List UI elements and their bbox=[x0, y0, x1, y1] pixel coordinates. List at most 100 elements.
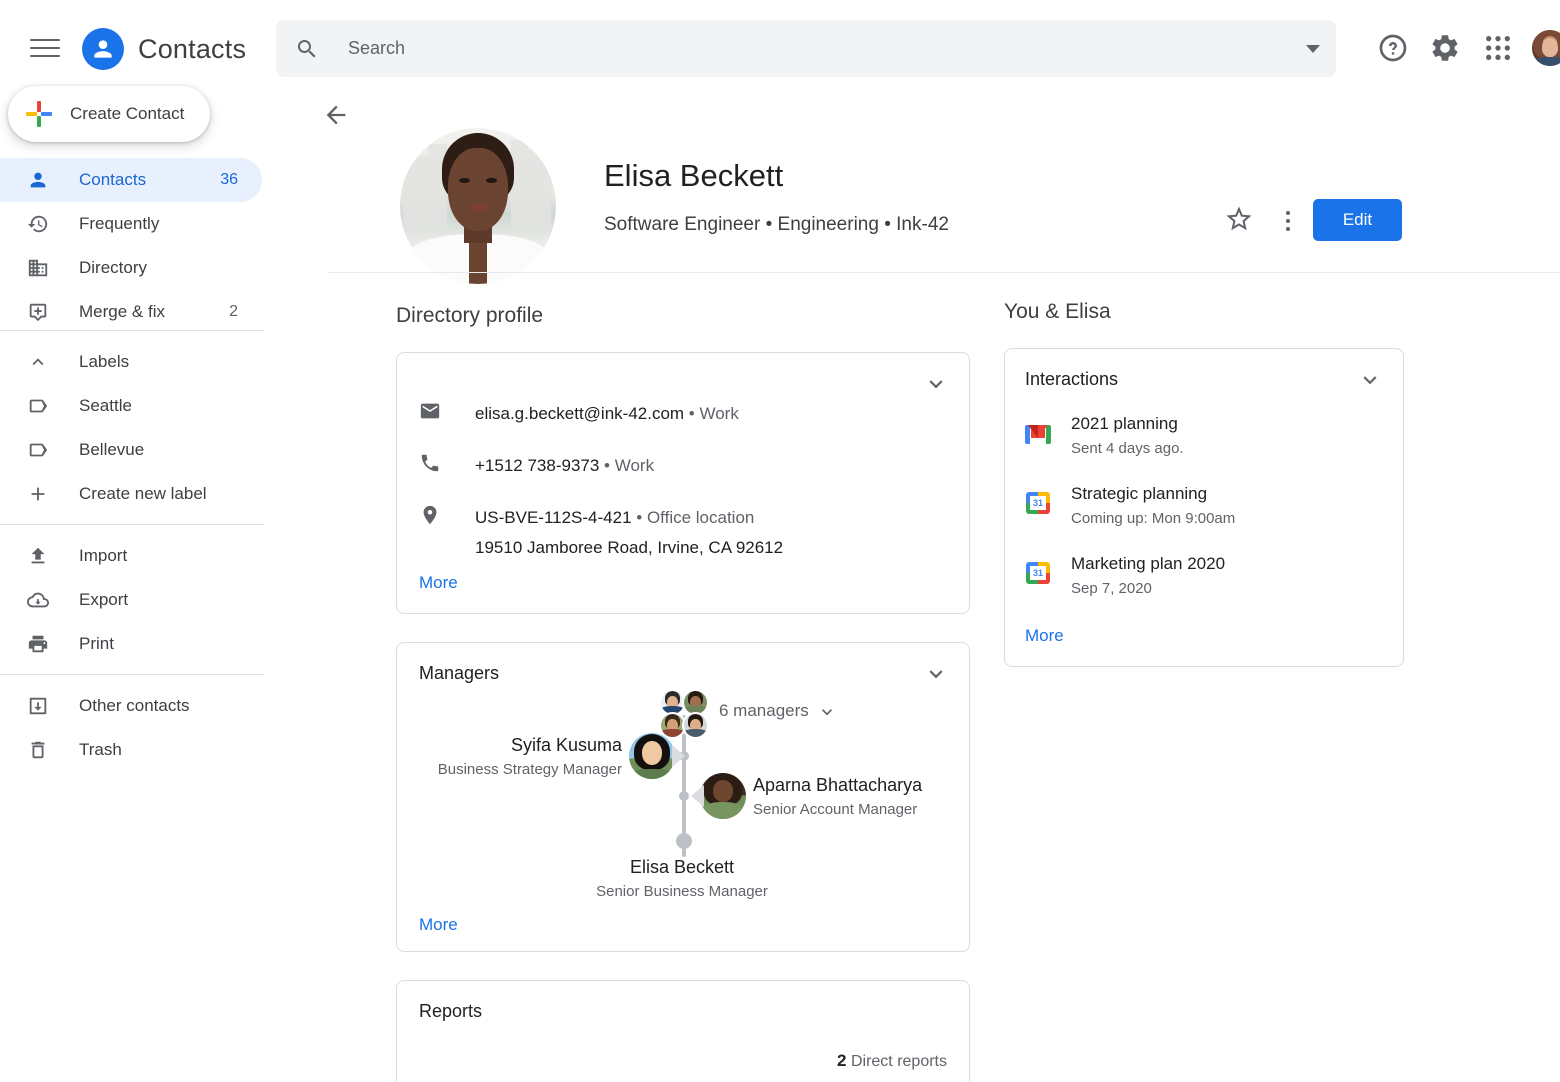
sidebar-item-count: 36 bbox=[220, 171, 238, 189]
gmail-icon bbox=[1025, 420, 1051, 446]
phone-icon bbox=[419, 452, 443, 476]
grid-apps-icon[interactable] bbox=[1482, 32, 1514, 64]
cloud-download-icon bbox=[26, 588, 50, 612]
sidebar-item-count: 2 bbox=[229, 303, 238, 321]
sidebar-label-bellevue[interactable]: Bellevue bbox=[0, 428, 262, 472]
sidebar-item-label: Print bbox=[79, 634, 114, 654]
interactions-card: Interactions 2021 planning Sent 4 days a… bbox=[1004, 348, 1404, 667]
sidebar-item-label: Create new label bbox=[79, 484, 207, 504]
chevron-down-icon[interactable] bbox=[817, 702, 837, 722]
profile-subtitle: Software Engineer • Engineering • Ink-42 bbox=[604, 214, 949, 236]
list-item[interactable]: 31 Marketing plan 2020 Sep 7, 2020 bbox=[1025, 552, 1383, 600]
directory-profile-heading: Directory profile bbox=[396, 304, 970, 328]
avatar bbox=[629, 733, 675, 779]
chevron-down-icon[interactable] bbox=[923, 371, 949, 397]
sidebar-item-import[interactable]: Import bbox=[0, 534, 262, 578]
sidebar-create-new-label[interactable]: Create new label bbox=[0, 472, 262, 516]
direct-reports-count: 2 Direct reports bbox=[837, 1051, 947, 1071]
edit-button[interactable]: Edit bbox=[1313, 199, 1402, 241]
direct-reports-number: 2 bbox=[837, 1051, 846, 1070]
search-icon bbox=[295, 37, 319, 61]
reports-title: Reports bbox=[419, 1001, 947, 1022]
interactions-more-link[interactable]: More bbox=[1025, 626, 1064, 646]
more-vertical-icon[interactable] bbox=[1271, 204, 1305, 238]
contact-location-row[interactable]: US-BVE-112S-4-421 • Office location 1951… bbox=[419, 503, 947, 563]
sidebar-item-trash[interactable]: Trash bbox=[0, 728, 262, 772]
org-node-role: Senior Business Manager bbox=[527, 883, 837, 900]
directory-profile-column: Directory profile elisa.g.beckett@ink-42… bbox=[396, 304, 970, 1082]
email-sep: • bbox=[684, 404, 699, 423]
upload-icon bbox=[26, 544, 50, 568]
sidebar-item-frequently[interactable]: Frequently bbox=[0, 202, 262, 246]
interaction-title: Strategic planning bbox=[1071, 482, 1235, 506]
sidebar-divider-2 bbox=[0, 524, 264, 525]
contact-phone-row[interactable]: +1512 738-9373 • Work bbox=[419, 451, 947, 481]
plus-icon bbox=[26, 482, 50, 506]
page-title: Elisa Beckett bbox=[604, 158, 783, 194]
chevron-down-icon[interactable] bbox=[1290, 20, 1336, 77]
contact-email-row[interactable]: elisa.g.beckett@ink-42.com • Work bbox=[419, 399, 947, 429]
managers-more-link[interactable]: More bbox=[419, 915, 458, 935]
contact-photo bbox=[400, 128, 556, 284]
interaction-subtitle: Sent 4 days ago. bbox=[1071, 438, 1184, 460]
location-type: Office location bbox=[647, 508, 754, 527]
chevron-down-icon[interactable] bbox=[1357, 367, 1383, 393]
interaction-subtitle: Sep 7, 2020 bbox=[1071, 578, 1225, 600]
main-content: Elisa Beckett Software Engineer • Engine… bbox=[276, 86, 1560, 1082]
sidebar-item-label: Trash bbox=[79, 740, 122, 760]
trash-icon bbox=[26, 738, 50, 762]
list-item[interactable]: 31 Strategic planning Coming up: Mon 9:0… bbox=[1025, 482, 1383, 530]
managers-count-label[interactable]: 6 managers bbox=[719, 701, 809, 721]
search-input[interactable] bbox=[348, 38, 1290, 59]
org-node-role: Business Strategy Manager bbox=[397, 761, 622, 778]
star-outline-icon[interactable] bbox=[1224, 204, 1258, 238]
mail-icon bbox=[419, 400, 443, 424]
managers-card: Managers bbox=[396, 642, 970, 952]
sidebar-item-directory[interactable]: Directory bbox=[0, 246, 262, 290]
history-clock-icon bbox=[26, 212, 50, 236]
org-node-name: Syifa Kusuma bbox=[397, 735, 622, 756]
chevron-down-icon[interactable] bbox=[923, 661, 949, 687]
avatar[interactable] bbox=[1532, 30, 1560, 66]
sidebar-item-print[interactable]: Print bbox=[0, 622, 262, 666]
org-node-name: Aparna Bhattacharya bbox=[753, 775, 922, 796]
sidebar-label-seattle[interactable]: Seattle bbox=[0, 384, 262, 428]
sidebar-item-merge-fix[interactable]: Merge & fix 2 bbox=[0, 290, 262, 334]
chevron-up-icon bbox=[26, 350, 50, 374]
gear-icon[interactable] bbox=[1429, 32, 1461, 64]
location-address: 19510 Jamboree Road, Irvine, CA 92612 bbox=[475, 538, 783, 557]
directory-more-link[interactable]: More bbox=[419, 573, 458, 593]
location-pin-icon bbox=[419, 504, 443, 528]
interaction-subtitle: Coming up: Mon 9:00am bbox=[1071, 508, 1235, 530]
org-chart: 6 managers Syifa Kusuma bbox=[397, 689, 969, 905]
sidebar-item-contacts[interactable]: Contacts 36 bbox=[0, 158, 262, 202]
header-divider bbox=[328, 272, 1560, 273]
sidebar-divider-1 bbox=[0, 330, 264, 331]
sidebar-labels-header[interactable]: Labels bbox=[0, 340, 262, 384]
google-calendar-icon: 31 bbox=[1025, 560, 1051, 586]
help-circle-icon[interactable] bbox=[1377, 32, 1409, 64]
org-node-dot bbox=[676, 833, 692, 849]
managers-title: Managers bbox=[419, 663, 947, 684]
sidebar-item-label: Export bbox=[79, 590, 128, 610]
back-arrow-icon[interactable] bbox=[322, 101, 356, 135]
sidebar-item-label: Frequently bbox=[79, 214, 159, 234]
email-type: Work bbox=[699, 404, 738, 423]
avatar bbox=[700, 773, 746, 819]
org-pointer bbox=[691, 785, 704, 807]
sidebar-divider-3 bbox=[0, 674, 264, 675]
search-bar[interactable] bbox=[276, 20, 1336, 77]
direct-reports-label: Direct reports bbox=[851, 1053, 947, 1070]
printer-icon bbox=[26, 632, 50, 656]
sidebar-item-label: Import bbox=[79, 546, 127, 566]
directory-profile-card: elisa.g.beckett@ink-42.com • Work +1512 … bbox=[396, 352, 970, 614]
sidebar-item-export[interactable]: Export bbox=[0, 578, 262, 622]
google-plus-icon bbox=[26, 101, 52, 127]
sidebar-item-label: Merge & fix bbox=[79, 302, 165, 322]
list-item[interactable]: 2021 planning Sent 4 days ago. bbox=[1025, 412, 1383, 460]
person-icon bbox=[26, 168, 50, 192]
hamburger-icon[interactable] bbox=[30, 34, 60, 62]
sidebar-item-other-contacts[interactable]: Other contacts bbox=[0, 684, 262, 728]
create-contact-button[interactable]: Create Contact bbox=[8, 86, 210, 142]
sidebar-labels-label: Labels bbox=[79, 352, 129, 372]
